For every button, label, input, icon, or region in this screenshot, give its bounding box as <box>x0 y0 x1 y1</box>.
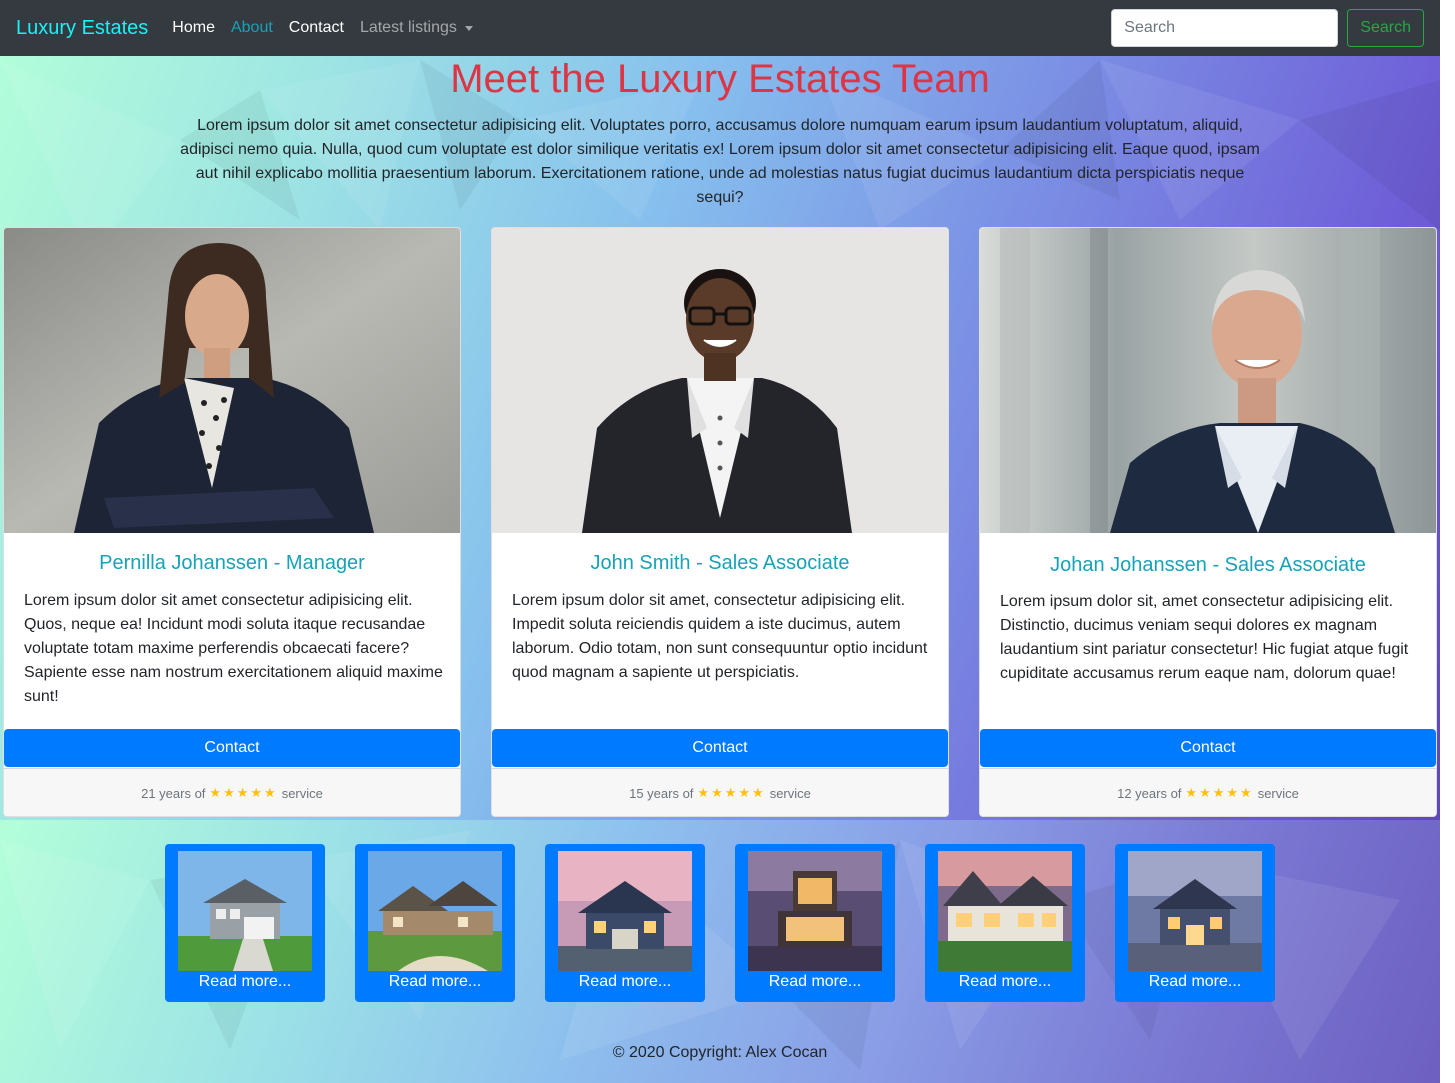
read-more-link[interactable]: Read more... <box>1115 973 1275 991</box>
team-member-name: Johan Johanssen - Sales Associate <box>1050 554 1366 576</box>
service-years: 12 years of <box>1117 785 1182 801</box>
intro-paragraph: Lorem ipsum dolor sit amet consectetur a… <box>180 117 1260 206</box>
house-photo-3 <box>558 851 692 971</box>
service-years: 21 years of <box>141 785 206 801</box>
house-photo-4 <box>748 851 882 971</box>
nav-about[interactable]: About <box>231 19 273 37</box>
page-edge <box>1440 0 1455 1083</box>
caret-down-icon <box>464 25 473 31</box>
team-photo-woman <box>4 228 460 533</box>
read-more-link[interactable]: Read more... <box>735 973 895 991</box>
contact-button[interactable]: Contact <box>492 729 948 767</box>
service-footer: 15 years of ★★★★★ service <box>492 768 948 816</box>
team-member-bio: Lorem ipsum dolor sit, amet consectetur … <box>1000 593 1409 682</box>
nav-home[interactable]: Home <box>172 19 215 37</box>
service-label: service <box>281 785 323 801</box>
team-card-sales-associate-1: John Smith - Sales Associate Lorem ipsum… <box>491 227 949 817</box>
team-card-sales-associate-2: Johan Johanssen - Sales Associate Lorem … <box>979 227 1437 817</box>
team-member-bio: Lorem ipsum dolor sit amet, consectetur … <box>512 592 928 681</box>
star-rating-icon: ★★★★★ <box>1185 785 1254 800</box>
service-years: 15 years of <box>629 785 694 801</box>
service-footer: 21 years of ★★★★★ service <box>4 768 460 816</box>
copyright-footer: © 2020 Copyright: Alex Cocan <box>612 1044 828 1061</box>
search-input[interactable] <box>1111 9 1339 47</box>
team-member-name: John Smith - Sales Associate <box>590 552 850 574</box>
listing-card-3[interactable]: Read more... <box>545 844 705 1002</box>
team-member-name: Pernilla Johanssen - Manager <box>99 552 365 574</box>
star-rating-icon: ★★★★★ <box>209 785 278 800</box>
service-footer: 12 years of ★★★★★ service <box>980 768 1436 816</box>
service-label: service <box>1257 785 1299 801</box>
read-more-link[interactable]: Read more... <box>165 973 325 991</box>
house-photo-5 <box>938 851 1072 971</box>
team-member-bio: Lorem ipsum dolor sit amet consectetur a… <box>24 592 443 705</box>
brand-link[interactable]: Luxury Estates <box>16 17 148 40</box>
nav-latest-listings-dropdown[interactable]: Latest listings <box>360 19 473 37</box>
house-photo-6 <box>1128 851 1262 971</box>
page-title: Meet the Luxury Estates Team <box>450 57 990 101</box>
contact-button[interactable]: Contact <box>980 729 1436 767</box>
listing-card-1[interactable]: Read more... <box>165 844 325 1002</box>
read-more-link[interactable]: Read more... <box>355 973 515 991</box>
search-button[interactable]: Search <box>1347 9 1424 47</box>
search-form: Search <box>1111 9 1424 47</box>
listing-card-6[interactable]: Read more... <box>1115 844 1275 1002</box>
read-more-link[interactable]: Read more... <box>925 973 1085 991</box>
house-photo-1 <box>178 851 312 971</box>
navbar: Luxury Estates Home About Contact Latest… <box>0 0 1440 56</box>
star-rating-icon: ★★★★★ <box>697 785 766 800</box>
listing-card-2[interactable]: Read more... <box>355 844 515 1002</box>
team-photo-older-man <box>980 228 1436 533</box>
team-card-manager: Pernilla Johanssen - Manager Lorem ipsum… <box>3 227 461 817</box>
listing-card-4[interactable]: Read more... <box>735 844 895 1002</box>
listing-card-5[interactable]: Read more... <box>925 844 1085 1002</box>
house-photo-2 <box>368 851 502 971</box>
service-label: service <box>769 785 811 801</box>
read-more-link[interactable]: Read more... <box>545 973 705 991</box>
contact-button[interactable]: Contact <box>4 729 460 767</box>
team-photo-man-glasses <box>492 228 948 533</box>
nav-latest-label: Latest listings <box>359 19 457 36</box>
nav-contact[interactable]: Contact <box>289 19 344 37</box>
